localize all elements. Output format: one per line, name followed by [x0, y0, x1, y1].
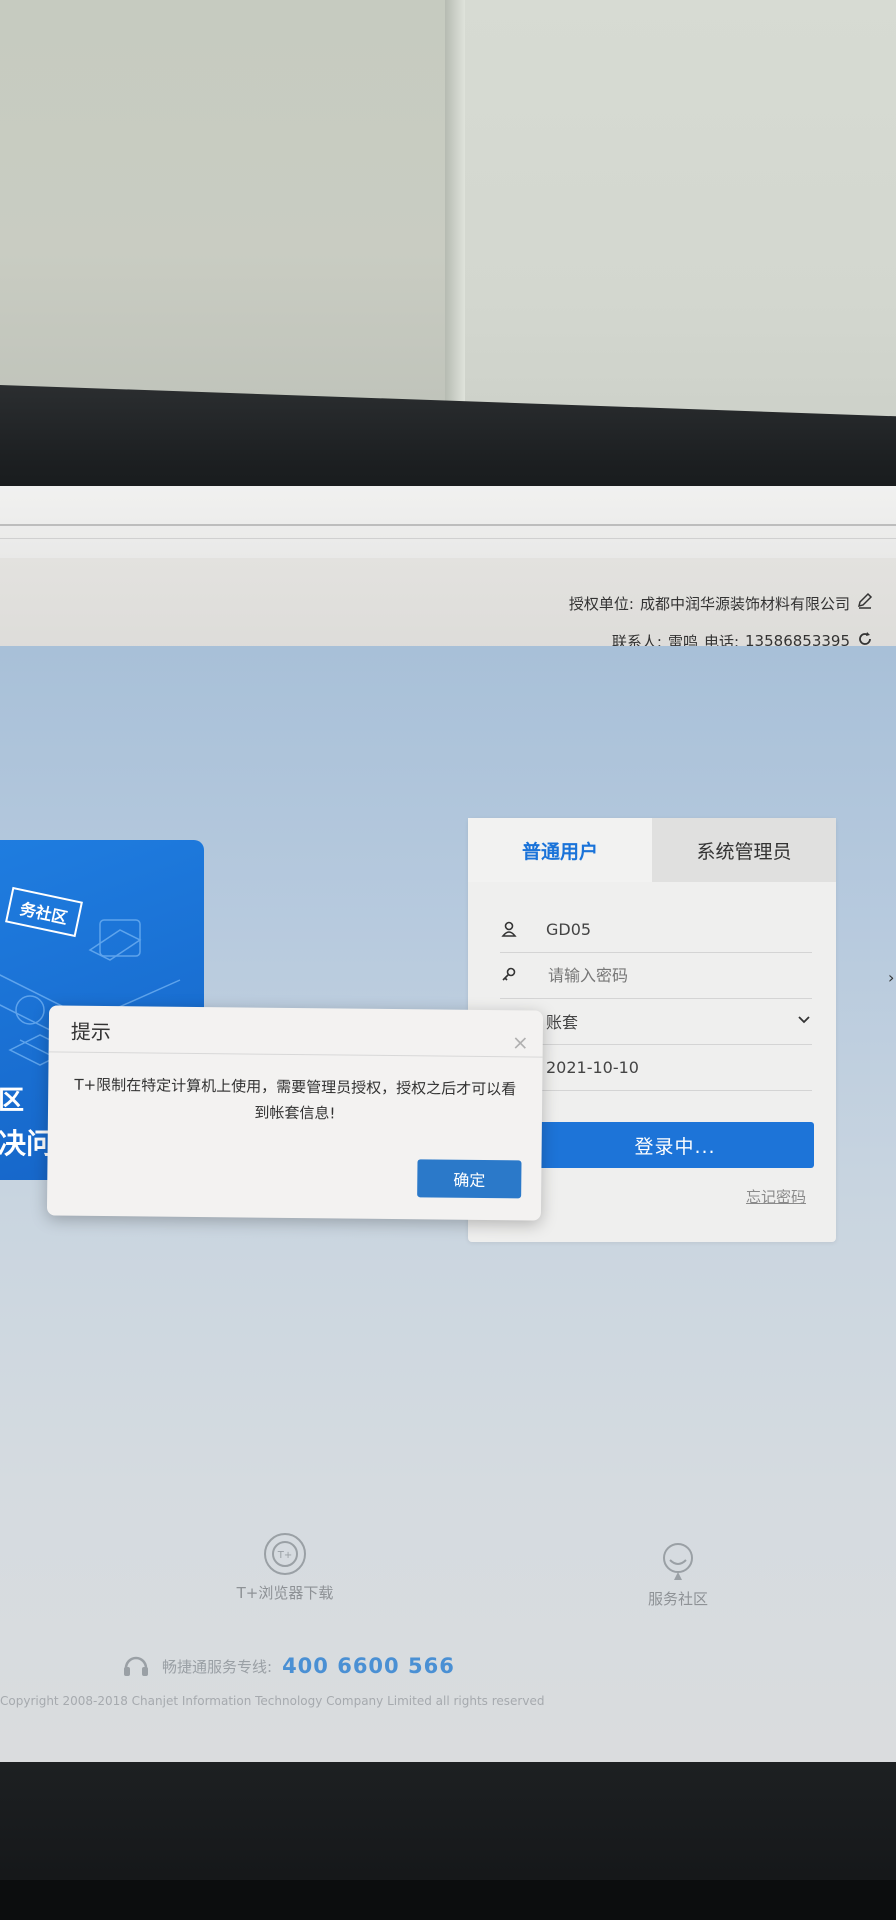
banner-heading: 区 — [0, 1086, 25, 1116]
browser-divider — [0, 524, 896, 526]
hotline-number: 400 6600 566 — [282, 1654, 455, 1678]
login-tabs: 普通用户 系统管理员 — [468, 818, 836, 882]
tab-system-admin[interactable]: 系统管理员 — [652, 818, 836, 882]
hotline: 畅捷通服务专线: 400 6600 566 — [120, 1650, 455, 1682]
username-value: GD05 — [546, 919, 592, 939]
date-field[interactable]: 2021-10-10 — [500, 1044, 812, 1091]
copyright-text: Copyright 2008-2018 Chanjet Information … — [0, 1694, 545, 1708]
browser-toolbar — [0, 486, 896, 559]
date-value: 2021-10-10 — [546, 1057, 639, 1077]
wall-corner — [445, 0, 465, 430]
support-icon — [663, 1543, 693, 1580]
close-icon[interactable]: × — [512, 1030, 529, 1054]
chevron-down-icon[interactable] — [796, 1011, 812, 1031]
hotline-label: 畅捷通服务专线: — [162, 1657, 273, 1676]
svg-text:T+: T+ — [277, 1550, 293, 1561]
login-button[interactable]: 登录中... — [536, 1122, 814, 1168]
key-icon — [500, 966, 530, 984]
wall-background-right — [455, 0, 896, 430]
browser-download-link[interactable]: T+ T+浏览器下载 — [230, 1530, 340, 1603]
password-field[interactable] — [500, 952, 816, 999]
tab-normal-user[interactable]: 普通用户 — [468, 818, 652, 882]
confirm-button[interactable]: 确定 — [417, 1159, 522, 1199]
headset-icon — [124, 1656, 148, 1676]
service-community-label: 服务社区 — [647, 1590, 708, 1608]
dialog-message: T+限制在特定计算机上使用，需要管理员授权，授权之后才可以看到帐套信息! — [74, 1075, 517, 1123]
user-icon — [500, 920, 530, 938]
wall-background — [0, 0, 455, 420]
service-community-link[interactable]: 服务社区 — [630, 1536, 726, 1609]
account-set-select[interactable]: 账套 — [500, 998, 812, 1045]
browser-divider — [0, 538, 896, 539]
auth-label: 授权单位: — [568, 594, 634, 613]
browser-icon: T+ — [264, 1533, 306, 1575]
dialog-header: 提示 × — [48, 1005, 544, 1058]
username-field[interactable]: GD05 — [500, 906, 812, 953]
auth-company: 成都中润华源装饰材料有限公司 — [639, 594, 850, 613]
desk-surface — [0, 1880, 896, 1920]
dialog-title: 提示 — [70, 1019, 111, 1045]
forgot-password-link[interactable]: 忘记密码 — [746, 1186, 806, 1207]
password-input[interactable] — [546, 964, 816, 986]
edit-icon[interactable] — [856, 592, 874, 614]
browser-download-label: T+浏览器下载 — [236, 1584, 334, 1602]
auth-unit-row: 授权单位: 成都中润华源装饰材料有限公司 — [569, 592, 874, 614]
alert-dialog: 提示 × T+限制在特定计算机上使用，需要管理员授权，授权之后才可以看到帐套信息… — [46, 1005, 544, 1221]
account-set-label: 账套 — [546, 1013, 579, 1032]
chevron-right-icon[interactable]: › — [888, 968, 896, 988]
